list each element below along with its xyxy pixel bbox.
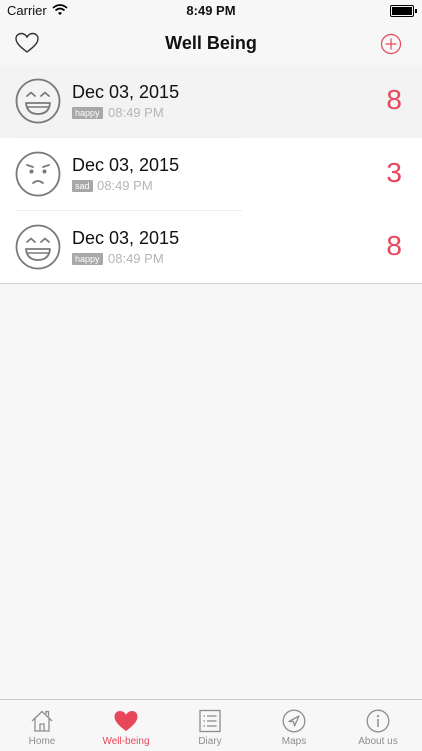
tab-maps-label: Maps [281,736,307,747]
tab-diary[interactable]: Diary [168,700,252,751]
tab-about-us-label: About us [358,736,398,747]
tab-well-being-label: Well-being [102,736,150,747]
entry-date: Dec 03, 2015 [72,228,180,248]
tab-well-being[interactable]: Well-being [84,700,168,751]
happy-face-icon [15,224,61,275]
entry-score: 3 [386,157,402,188]
entry-time: 08:49 PM [97,178,153,193]
entry-date: Dec 03, 2015 [72,82,180,102]
home-icon [31,710,53,732]
tab-home[interactable]: Home [0,700,84,751]
mood-badge: happy [72,107,103,119]
list-item[interactable]: Dec 03, 2015 happy 08:49 PM 8 [0,211,422,284]
navigation-bar: Well Being [0,22,422,66]
list-item[interactable]: Dec 03, 2015 happy 08:49 PM 8 [0,65,422,138]
happy-face-icon [15,78,61,129]
mood-entry-list: Dec 03, 2015 happy 08:49 PM 8 Dec 03, 20… [0,65,422,284]
mood-badge: sad [72,180,93,192]
info-icon [366,709,390,733]
entry-time: 08:49 PM [108,251,164,266]
entry-score: 8 [386,230,402,261]
tab-about-us[interactable]: About us [336,700,420,751]
entry-score: 8 [386,84,402,115]
mood-badge: happy [72,253,103,265]
heart-icon [114,711,138,731]
tab-home-label: Home [28,736,56,747]
list-item[interactable]: Dec 03, 2015 sad 08:49 PM 3 [0,138,422,211]
entry-date: Dec 03, 2015 [72,155,180,175]
row-divider [0,283,422,284]
tab-maps[interactable]: Maps [252,700,336,751]
entry-time: 08:49 PM [108,105,164,120]
list-icon [199,709,221,733]
add-circle-icon[interactable] [380,33,402,60]
tab-bar: Home Well-being Diary Maps About us [0,699,422,751]
status-bar: Carrier 8:49 PM [0,0,422,22]
sad-face-icon [15,151,61,202]
battery-icon [390,5,417,17]
page-title: Well Being [165,33,257,53]
location-arrow-icon [282,709,306,733]
tab-diary-label: Diary [198,736,222,747]
clock: 8:49 PM [186,3,236,18]
